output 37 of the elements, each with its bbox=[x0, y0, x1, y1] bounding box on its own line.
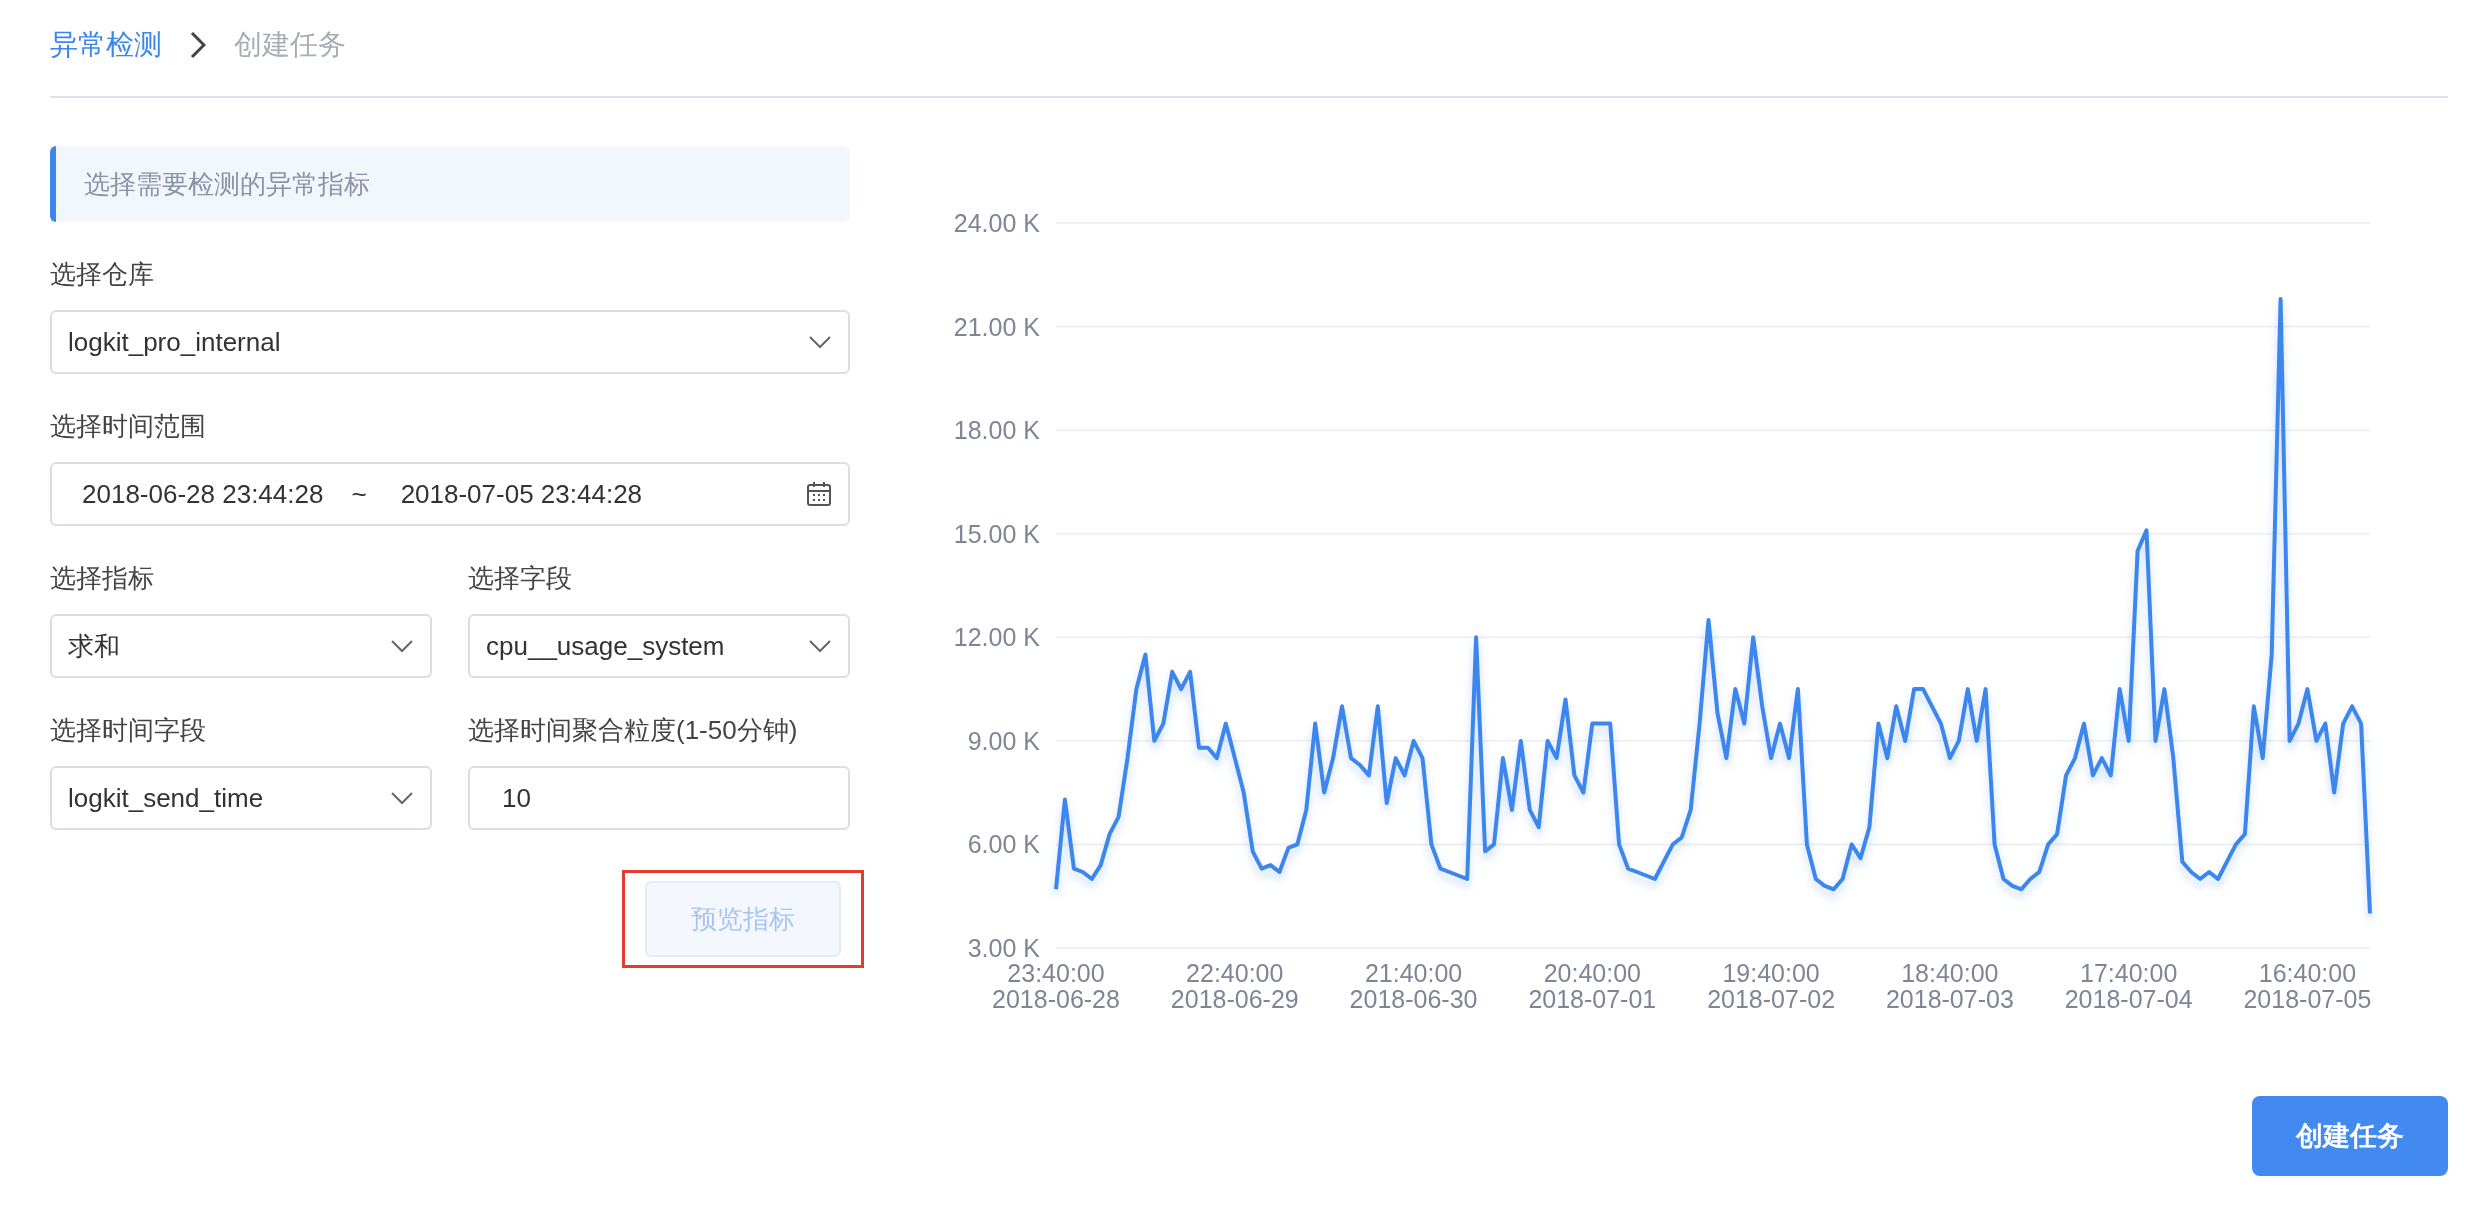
field-label: 选择仓库 bbox=[50, 258, 155, 291]
axis-tick-label: 6.00 K bbox=[967, 830, 1040, 859]
axis-tick-label: 15.00 K bbox=[953, 519, 1040, 548]
field-label: 选择时间字段 bbox=[50, 714, 207, 747]
axis-tick-label: 24.00 K bbox=[953, 209, 1040, 237]
axis-tick-label: 23:40:00 2018-06-28 bbox=[992, 959, 1120, 1013]
chevron-down-icon bbox=[390, 791, 414, 805]
calendar-icon bbox=[806, 481, 832, 507]
chevron-down-icon bbox=[808, 335, 832, 349]
section-heading: 选择需要检测的异常指标 bbox=[50, 146, 850, 222]
chevron-down-icon bbox=[390, 639, 414, 653]
axis-tick-label: 20:40:00 2018-07-01 bbox=[1528, 959, 1657, 1013]
axis-tick-label: 12.00 K bbox=[953, 623, 1040, 652]
axis-tick-label: 18:40:00 2018-07-03 bbox=[1885, 959, 2014, 1013]
date-range-field[interactable]: 2018-06-28 23:44:28 ~ 2018-07-05 23:44:28 bbox=[50, 462, 850, 526]
field-label: 选择时间范围 bbox=[50, 410, 207, 443]
axis-tick-label: 3.00 K bbox=[967, 934, 1040, 962]
breadcrumb-link[interactable]: 异常检测 bbox=[50, 24, 162, 66]
axis-tick-label: 17:40:00 2018-07-04 bbox=[2064, 959, 2193, 1013]
axis-tick-label: 22:40:00 2018-06-29 bbox=[1170, 959, 1299, 1013]
select-field[interactable]: logkit_pro_internal bbox=[50, 310, 850, 374]
breadcrumb-current: 创建任务 bbox=[234, 28, 346, 62]
field-label: 选择指标 bbox=[50, 562, 155, 595]
axis-tick-label: 21.00 K bbox=[953, 312, 1040, 341]
select-field[interactable]: 求和 bbox=[50, 614, 432, 678]
field-label: 选择字段 bbox=[468, 562, 573, 595]
chevron-down-icon bbox=[808, 639, 832, 653]
axis-tick-label: 21:40:00 2018-06-30 bbox=[1349, 959, 1478, 1013]
axis-tick-label: 9.00 K bbox=[967, 726, 1040, 755]
field-label: 选择时间聚合粒度(1-50分钟) bbox=[468, 714, 799, 747]
axis-tick-label: 16:40:00 2018-07-05 bbox=[2243, 959, 2372, 1013]
select-field[interactable]: cpu__usage_system bbox=[468, 614, 850, 678]
axis-tick-label: 18.00 K bbox=[953, 416, 1040, 445]
select-field[interactable]: logkit_send_time bbox=[50, 766, 432, 830]
chevron-right-icon bbox=[190, 31, 206, 59]
text-field[interactable]: 10 bbox=[468, 766, 850, 830]
axis-tick-label: 19:40:00 2018-07-02 bbox=[1707, 959, 1836, 1013]
